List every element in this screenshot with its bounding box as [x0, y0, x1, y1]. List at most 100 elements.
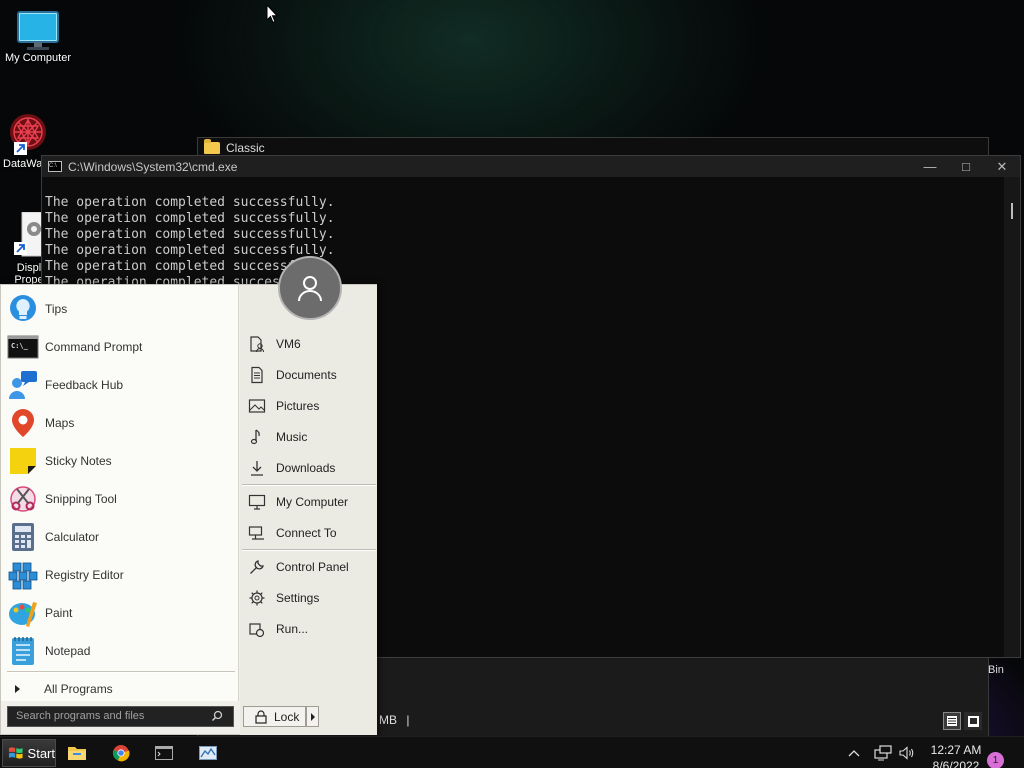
notification-badge[interactable]: 1: [987, 752, 1004, 768]
program-label: Snipping Tool: [45, 492, 117, 506]
calculator-icon: [12, 523, 34, 551]
user-icon: [298, 276, 322, 302]
status-size-text: MB: [379, 713, 397, 727]
computer-icon: [248, 494, 266, 510]
show-hidden-icons-button[interactable]: [848, 737, 860, 768]
document-icon: [251, 366, 263, 384]
place-settings[interactable]: Settings: [248, 585, 372, 611]
program-registry-editor[interactable]: Registry Editor: [7, 557, 233, 593]
folder-icon: [204, 139, 220, 154]
program-notepad[interactable]: Notepad: [7, 633, 233, 669]
svg-text:C:\_: C:\_: [11, 342, 29, 350]
program-snipping-tool[interactable]: Snipping Tool: [7, 481, 233, 517]
network-icon: [248, 526, 264, 540]
cmd-output-line: The operation completed successfully.: [45, 243, 335, 258]
program-tips[interactable]: Tips: [7, 291, 233, 327]
taskbar-command-prompt[interactable]: [152, 741, 176, 765]
program-label: Notepad: [45, 644, 91, 658]
large-view-icon: [967, 715, 979, 727]
view-details-button[interactable]: [943, 712, 961, 730]
taskbar: Start 12:27 AM 8/6/2022: [0, 736, 1024, 768]
program-label: Sticky Notes: [45, 454, 112, 468]
cmd-output-line: The operation completed successfully.: [45, 259, 335, 274]
place-label: Settings: [276, 591, 320, 605]
taskbar-file-explorer[interactable]: [65, 741, 89, 765]
place-label: Connect To: [276, 526, 337, 540]
close-button[interactable]: ✕: [984, 156, 1020, 177]
scrollbar-thumb[interactable]: [1011, 203, 1013, 219]
notepad-icon: [12, 637, 34, 665]
program-maps[interactable]: Maps: [7, 405, 233, 441]
clock-date: 8/6/2022: [932, 759, 980, 768]
place-label: VM6: [276, 337, 301, 351]
command-prompt-icon: [155, 746, 173, 760]
registry-editor-icon: [8, 562, 38, 590]
download-icon: [251, 461, 263, 476]
cmd-output-line: The operation completed successfully.: [45, 195, 335, 210]
program-command-prompt[interactable]: C:\_ Command Prompt: [7, 329, 233, 365]
place-my-computer[interactable]: My Computer: [248, 489, 372, 515]
lock-button[interactable]: Lock: [243, 706, 306, 727]
search-input[interactable]: Search programs and files: [7, 706, 234, 727]
place-label: Run...: [276, 622, 309, 636]
place-control-panel[interactable]: Control Panel: [248, 554, 372, 580]
cmd-scrollbar[interactable]: [1004, 177, 1020, 657]
datawarrior-icon: [10, 114, 46, 155]
program-sticky-notes[interactable]: Sticky Notes: [7, 443, 233, 479]
user-avatar[interactable]: [278, 256, 342, 320]
place-music[interactable]: Music: [248, 424, 372, 450]
windows-logo-icon: [8, 747, 23, 759]
start-label: Start: [27, 745, 55, 761]
taskbar-chrome[interactable]: [109, 741, 133, 765]
minimize-button[interactable]: —: [912, 156, 948, 177]
wrench-icon: [250, 560, 264, 574]
status-separator: |: [406, 713, 410, 727]
cmd-output-line: The operation completed successfully.: [45, 211, 335, 226]
shutdown-options-button[interactable]: [306, 706, 319, 727]
maximize-button[interactable]: □: [948, 156, 984, 177]
paint-icon: [9, 602, 37, 627]
place-run[interactable]: Run...: [248, 616, 372, 642]
network-status-button[interactable]: [874, 737, 892, 768]
program-label: Command Prompt: [45, 340, 143, 354]
feedback-hub-icon: [9, 371, 37, 399]
program-calculator[interactable]: Calculator: [7, 519, 233, 555]
user-folder-icon: [250, 336, 264, 353]
place-documents[interactable]: Documents: [248, 362, 372, 388]
clock-time: 12:27 AM: [930, 743, 982, 757]
chevron-right-icon: [310, 712, 315, 721]
place-vm6[interactable]: VM6: [248, 331, 372, 357]
maps-icon: [12, 409, 34, 437]
cmd-window-titlebar[interactable]: C:\ C:\Windows\System32\cmd.exe — □ ✕: [42, 156, 1020, 177]
all-programs-button[interactable]: All Programs: [9, 679, 235, 699]
program-paint[interactable]: Paint: [7, 595, 233, 631]
place-label: Music: [276, 430, 308, 444]
mouse-cursor-icon: [266, 4, 278, 24]
program-label: Maps: [45, 416, 75, 430]
monitor-icon: [17, 11, 59, 50]
chrome-icon: [112, 745, 130, 762]
place-label: My Computer: [276, 495, 349, 509]
classic-window-title: Classic: [226, 141, 265, 155]
start-menu: Tips C:\_ Command Prompt Feedback Hub Ma…: [0, 256, 377, 735]
place-label: Pictures: [276, 399, 320, 413]
place-connect-to[interactable]: Connect To: [248, 520, 372, 546]
music-icon: [250, 429, 260, 445]
all-programs-label: All Programs: [44, 682, 113, 696]
search-placeholder: Search programs and files: [16, 710, 145, 722]
taskbar-resource-monitor[interactable]: [196, 741, 220, 765]
clock[interactable]: 12:27 AM 8/6/2022: [928, 743, 984, 768]
place-label: Control Panel: [276, 560, 349, 574]
desktop-icon-my-computer[interactable]: My Computer: [0, 10, 76, 64]
start-button[interactable]: Start: [2, 739, 56, 767]
search-icon: [211, 710, 223, 722]
program-label: Calculator: [45, 530, 100, 544]
program-label: Feedback Hub: [45, 378, 124, 392]
view-large-button[interactable]: [964, 712, 982, 730]
volume-button[interactable]: [899, 737, 917, 768]
cmd-icon: C:\: [48, 161, 62, 172]
place-downloads[interactable]: Downloads: [248, 455, 372, 481]
place-pictures[interactable]: Pictures: [248, 393, 372, 419]
program-feedback-hub[interactable]: Feedback Hub: [7, 367, 233, 403]
run-icon: [249, 623, 265, 638]
